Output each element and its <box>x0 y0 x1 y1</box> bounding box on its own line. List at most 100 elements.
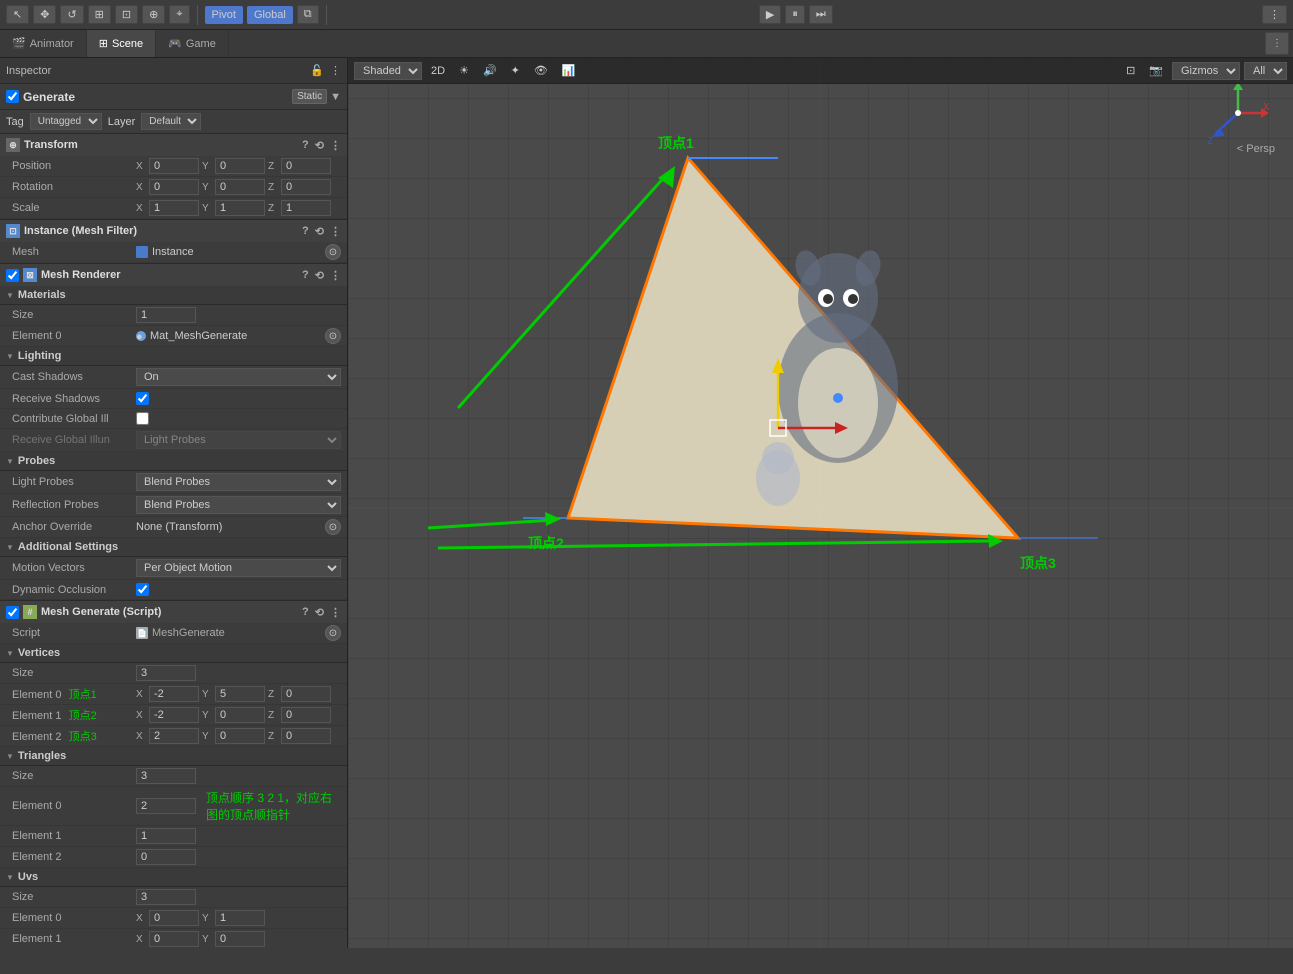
transform-header[interactable]: ⊕ Transform ? ⟲ ⋮ <box>0 134 347 156</box>
rotation-z[interactable] <box>281 179 331 195</box>
scale-z[interactable] <box>281 200 331 216</box>
tab-scene[interactable]: ⊞ Scene <box>87 30 156 57</box>
mat-select-btn[interactable]: ⊙ <box>325 328 341 344</box>
dynamic-occlusion-checkbox[interactable] <box>136 583 149 596</box>
object-enable-checkbox[interactable] <box>6 90 19 103</box>
toolbar-btn-move[interactable]: ✥ <box>33 5 56 24</box>
vertex2-y[interactable] <box>215 728 265 744</box>
motion-vectors-select[interactable]: Per Object Motion <box>136 559 341 577</box>
effects-toggle[interactable]: ✦ <box>506 62 525 79</box>
receive-gi-select[interactable]: Light Probes <box>136 431 341 449</box>
vertex1-y[interactable] <box>215 707 265 723</box>
transform-reset-icon[interactable]: ⟲ <box>315 139 324 152</box>
hidden-toggle[interactable]: 👁 <box>529 62 553 79</box>
anchor-select-btn[interactable]: ⊙ <box>325 519 341 535</box>
gizmos-select[interactable]: Gizmos <box>1172 62 1240 80</box>
triangles-title[interactable]: Triangles <box>0 747 347 766</box>
tri-element0-input[interactable] <box>136 798 196 814</box>
toolbar-btn-grid[interactable]: ⧉ <box>297 5 319 24</box>
toolbar-btn-scale[interactable]: ⊞ <box>88 5 111 24</box>
lock-icon[interactable]: 🔓 <box>310 64 324 77</box>
mesh-filter-header[interactable]: ⊡ Instance (Mesh Filter) ? ⟲ ⋮ <box>0 220 347 242</box>
materials-section-title[interactable]: Materials <box>0 286 347 305</box>
uv1-y[interactable] <box>215 931 265 947</box>
mesh-renderer-enable[interactable] <box>6 269 19 282</box>
pivot-button[interactable]: Pivot <box>205 6 243 24</box>
tri-element2-input[interactable] <box>136 849 196 865</box>
maximize-btn[interactable]: ⊡ <box>1121 62 1140 79</box>
mesh-generate-header[interactable]: # Mesh Generate (Script) ? ⟲ ⋮ <box>0 601 347 623</box>
transform-menu-icon[interactable]: ⋮ <box>330 139 341 152</box>
tri-element1-input[interactable] <box>136 828 196 844</box>
toolbar-btn-transform[interactable]: ⊕ <box>142 5 165 24</box>
transform-help-icon[interactable]: ? <box>302 139 309 152</box>
mesh-generate-reset-icon[interactable]: ⟲ <box>315 606 324 619</box>
mesh-generate-enable[interactable] <box>6 606 19 619</box>
mesh-renderer-help-icon[interactable]: ? <box>302 269 309 282</box>
shading-select[interactable]: Shaded <box>354 62 422 80</box>
contribute-gi-checkbox[interactable] <box>136 412 149 425</box>
stats-toggle[interactable]: 📊 <box>557 62 581 79</box>
audio-toggle[interactable]: 🔊 <box>478 62 502 79</box>
play-button[interactable]: ▶ <box>759 5 781 24</box>
tab-animator[interactable]: 🎬 Animator <box>0 30 87 57</box>
mesh-renderer-header[interactable]: ⊠ Mesh Renderer ? ⟲ ⋮ <box>0 264 347 286</box>
vertex2-x[interactable] <box>149 728 199 744</box>
cast-shadows-select[interactable]: On Off Two Sided <box>136 368 341 386</box>
scale-x[interactable] <box>149 200 199 216</box>
mesh-renderer-menu-icon[interactable]: ⋮ <box>330 269 341 282</box>
scale-y[interactable] <box>215 200 265 216</box>
all-select[interactable]: All <box>1244 62 1287 80</box>
inspector-menu-icon[interactable]: ⋮ <box>330 64 341 77</box>
script-select-btn[interactable]: ⊙ <box>325 625 341 641</box>
tag-select[interactable]: Untagged <box>30 113 102 130</box>
mesh-filter-menu-icon[interactable]: ⋮ <box>330 225 341 238</box>
mesh-filter-help-icon[interactable]: ? <box>302 225 309 238</box>
vertices-title[interactable]: Vertices <box>0 644 347 663</box>
rotation-x[interactable] <box>149 179 199 195</box>
materials-size-input[interactable] <box>136 307 196 323</box>
mesh-generate-menu-icon[interactable]: ⋮ <box>330 606 341 619</box>
mesh-filter-reset-icon[interactable]: ⟲ <box>315 225 324 238</box>
tab-game[interactable]: 🎮 Game <box>156 30 229 57</box>
uvs-title[interactable]: Uvs <box>0 868 347 887</box>
vertex2-z[interactable] <box>281 728 331 744</box>
vertex1-x[interactable] <box>149 707 199 723</box>
more-button[interactable]: ⋮ <box>1262 5 1287 24</box>
static-dropdown-icon[interactable]: ▼ <box>330 91 341 103</box>
vertex0-z[interactable] <box>281 686 331 702</box>
additional-settings-title[interactable]: Additional Settings <box>0 538 347 557</box>
position-z[interactable] <box>281 158 331 174</box>
layer-select[interactable]: Default <box>141 113 201 130</box>
uv0-y[interactable] <box>215 910 265 926</box>
toolbar-btn-arrow[interactable]: ↖ <box>6 5 29 24</box>
position-y[interactable] <box>215 158 265 174</box>
reflection-probes-select[interactable]: Blend Probes <box>136 496 341 514</box>
uv0-x[interactable] <box>149 910 199 926</box>
camera-btn[interactable]: 📷 <box>1144 62 1168 79</box>
tab-more-button[interactable]: ⋮ <box>1265 32 1289 55</box>
probes-section-title[interactable]: Probes <box>0 452 347 471</box>
2d-button[interactable]: 2D <box>426 63 450 79</box>
mesh-renderer-reset-icon[interactable]: ⟲ <box>315 269 324 282</box>
global-button[interactable]: Global <box>247 6 293 24</box>
triangles-size-input[interactable] <box>136 768 196 784</box>
receive-shadows-checkbox[interactable] <box>136 392 149 405</box>
position-x[interactable] <box>149 158 199 174</box>
mesh-select-btn[interactable]: ⊙ <box>325 244 341 260</box>
vertex1-z[interactable] <box>281 707 331 723</box>
toolbar-btn-rotate[interactable]: ↺ <box>60 5 83 24</box>
step-button[interactable]: ⏭ <box>809 5 833 24</box>
vertices-size-input[interactable] <box>136 665 196 681</box>
uv1-x[interactable] <box>149 931 199 947</box>
pause-button[interactable]: ⏸ <box>785 5 805 24</box>
mesh-generate-help-icon[interactable]: ? <box>302 606 309 619</box>
viewport[interactable]: Shaded 2D ☀ 🔊 ✦ 👁 📊 ⊡ 📷 Gizmos All <box>348 58 1293 948</box>
lighting-section-title[interactable]: Lighting <box>0 347 347 366</box>
uvs-size-input[interactable] <box>136 889 196 905</box>
lighting-toggle[interactable]: ☀ <box>454 62 474 79</box>
toolbar-btn-custom[interactable]: ⌖ <box>169 5 189 24</box>
vertex0-x[interactable] <box>149 686 199 702</box>
light-probes-select[interactable]: Blend Probes <box>136 473 341 491</box>
rotation-y[interactable] <box>215 179 265 195</box>
